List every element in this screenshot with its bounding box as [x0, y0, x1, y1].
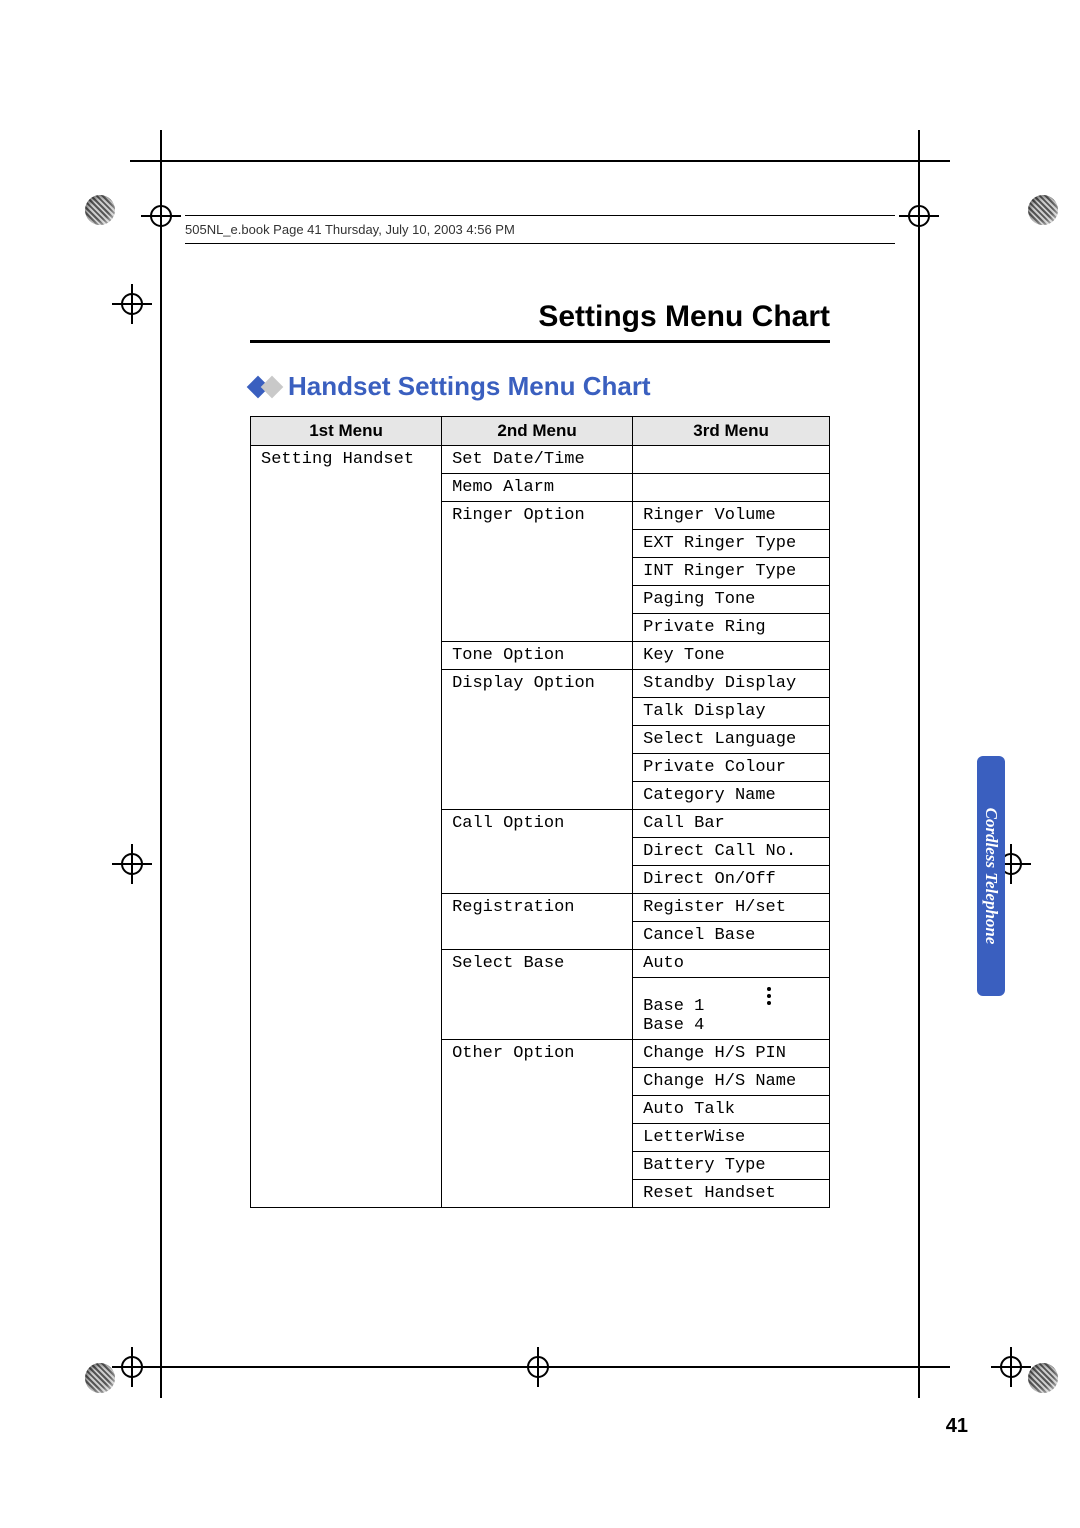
cell-3rd-menu: [633, 474, 830, 502]
header-rule: [185, 243, 895, 244]
section-tab-label: Cordless Telephone: [981, 808, 1001, 945]
cell-3rd-menu: Key Tone: [633, 642, 830, 670]
cell-3rd-menu: INT Ringer Type: [633, 558, 830, 586]
cell-3rd-menu: Direct Call No.: [633, 838, 830, 866]
cell-3rd-menu: Ringer Volume: [633, 502, 830, 530]
cell-3rd-menu-range: Base 1 Base 4: [633, 978, 830, 1040]
cell-2nd-menu: Set Date/Time: [442, 446, 633, 474]
cell-3rd-menu: Direct On/Off: [633, 866, 830, 894]
cell-3rd-menu: Change H/S PIN: [633, 1040, 830, 1068]
registration-mark-icon: [147, 202, 175, 230]
cell-3rd-menu: Private Colour: [633, 754, 830, 782]
crop-tick: [160, 1368, 162, 1398]
print-sphere-icon: [85, 1363, 115, 1393]
cell-2nd-menu: Display Option: [442, 670, 633, 810]
cell-3rd-menu: [633, 446, 830, 474]
cell-3rd-menu: Auto: [633, 950, 830, 978]
registration-mark-icon: [118, 290, 146, 318]
cell-2nd-menu: Ringer Option: [442, 502, 633, 642]
cell-3rd-menu: Select Language: [633, 726, 830, 754]
cell-3rd-menu: Private Ring: [633, 614, 830, 642]
page-number: 41: [946, 1415, 968, 1438]
table-header-row: 1st Menu 2nd Menu 3rd Menu: [251, 417, 830, 446]
cell-2nd-menu: Call Option: [442, 810, 633, 894]
col-header-2nd: 2nd Menu: [442, 417, 633, 446]
subtitle-row: Handset Settings Menu Chart: [250, 371, 830, 402]
crop-line: [160, 160, 162, 1368]
crop-tick: [918, 1368, 920, 1398]
table-row: Setting Handset Set Date/Time: [251, 446, 830, 474]
spacer: [973, 160, 975, 1368]
cell-3rd-menu: Battery Type: [633, 1152, 830, 1180]
content-area: Settings Menu Chart Handset Settings Men…: [250, 300, 830, 1268]
menu-chart-table: 1st Menu 2nd Menu 3rd Menu Setting Hands…: [250, 416, 830, 1208]
range-bottom-label: Base 4: [643, 1016, 704, 1035]
cell-3rd-menu: LetterWise: [633, 1124, 830, 1152]
page: 505NL_e.book Page 41 Thursday, July 10, …: [0, 0, 1080, 1528]
cell-2nd-menu: Other Option: [442, 1040, 633, 1208]
cell-2nd-menu: Select Base: [442, 950, 633, 1040]
file-header: 505NL_e.book Page 41 Thursday, July 10, …: [185, 222, 515, 237]
crop-line: [918, 160, 920, 1368]
cell-3rd-menu: Reset Handset: [633, 1180, 830, 1208]
cell-3rd-menu: Auto Talk: [633, 1096, 830, 1124]
registration-mark-icon: [118, 850, 146, 878]
cell-3rd-menu: Paging Tone: [633, 586, 830, 614]
page-title: Settings Menu Chart: [250, 300, 830, 334]
cell-3rd-menu: Call Bar: [633, 810, 830, 838]
subtitle: Handset Settings Menu Chart: [288, 371, 651, 402]
print-sphere-icon: [85, 195, 115, 225]
print-sphere-icon: [1028, 195, 1058, 225]
print-sphere-icon: [1028, 1363, 1058, 1393]
section-tab: Cordless Telephone: [977, 756, 1005, 996]
crop-tick: [920, 160, 950, 162]
cell-2nd-menu: Tone Option: [442, 642, 633, 670]
cell-1st-menu: Setting Handset: [251, 446, 442, 1208]
cell-3rd-menu: Register H/set: [633, 894, 830, 922]
cell-3rd-menu: Standby Display: [633, 670, 830, 698]
registration-mark-icon: [905, 202, 933, 230]
title-rule: [250, 340, 830, 343]
cell-3rd-menu: Cancel Base: [633, 922, 830, 950]
crop-tick: [160, 130, 162, 160]
crop-tick: [918, 130, 920, 160]
cell-3rd-menu: EXT Ringer Type: [633, 530, 830, 558]
vertical-ellipsis-icon: [767, 984, 771, 1008]
diamond-bullet-icon: [261, 375, 284, 398]
cell-3rd-menu: Talk Display: [633, 698, 830, 726]
crop-tick: [920, 1366, 950, 1368]
header-rule: [185, 215, 895, 216]
registration-mark-icon: [118, 1353, 146, 1381]
col-header-3rd: 3rd Menu: [633, 417, 830, 446]
crop-line: [160, 160, 920, 162]
cell-3rd-menu: Change H/S Name: [633, 1068, 830, 1096]
registration-mark-icon: [524, 1353, 552, 1381]
range-top-label: Base 1: [643, 997, 704, 1016]
cell-2nd-menu: Memo Alarm: [442, 474, 633, 502]
cell-3rd-menu: Category Name: [633, 782, 830, 810]
col-header-1st: 1st Menu: [251, 417, 442, 446]
registration-mark-icon: [997, 1353, 1025, 1381]
cell-2nd-menu: Registration: [442, 894, 633, 950]
crop-tick: [130, 160, 160, 162]
